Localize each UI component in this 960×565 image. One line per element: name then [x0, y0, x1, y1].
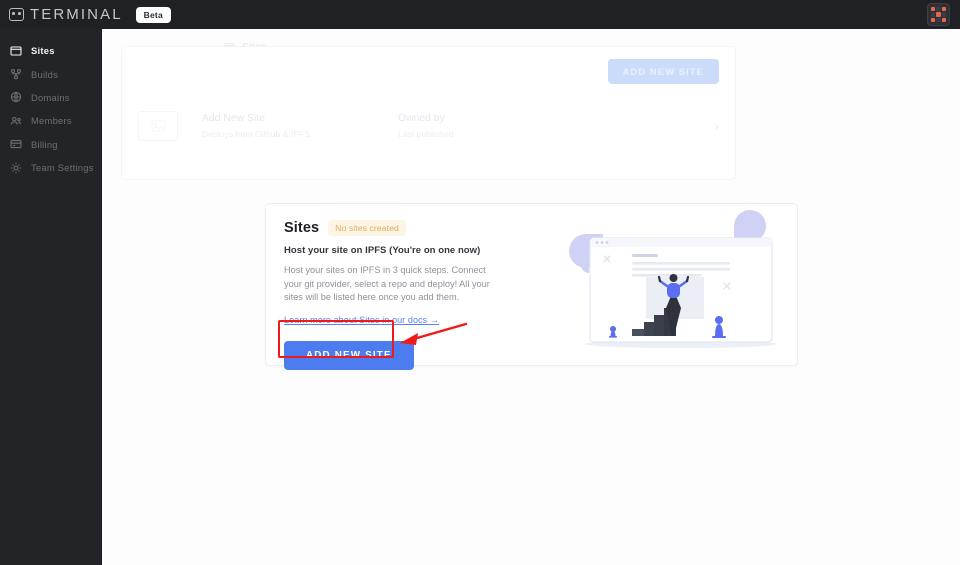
browser-window-person-on-stairs-illustration	[569, 210, 777, 348]
brand-logo[interactable]: TERMINAL	[9, 6, 123, 23]
beta-badge: Beta	[135, 6, 171, 23]
empty-state-text-column: Sites No sites created Host your site on…	[266, 204, 566, 370]
builds-branch-icon	[10, 68, 22, 80]
sites-list-card-faded: ADD NEW SITE Add New Site Deploys from G…	[121, 46, 736, 180]
chevron-right-icon[interactable]: ›	[715, 119, 719, 134]
site-row-subtitle: Deploys from Github & IPFS	[202, 128, 310, 139]
app-root: TERMINAL Beta Sites Builds Domains Membe…	[0, 0, 960, 565]
top-bar: TERMINAL Beta	[0, 0, 960, 29]
status-badge: No sites created	[328, 220, 406, 236]
members-group-icon	[10, 115, 22, 127]
site-row-placeholder[interactable]: Add New Site Deploys from Github & IPFS …	[122, 102, 735, 150]
add-new-site-button-top[interactable]: ADD NEW SITE	[607, 59, 719, 84]
robot-face-icon	[9, 8, 24, 21]
site-row-primary: Add New Site Deploys from Github & IPFS	[202, 112, 398, 141]
empty-state-body: Host your sites on IPFS in 3 quick steps…	[284, 265, 490, 303]
empty-state-illustration	[566, 204, 797, 365]
page-title: Sites	[284, 220, 320, 236]
sidebar-item-members[interactable]: Members	[0, 109, 101, 132]
add-new-site-button[interactable]: ADD NEW SITE	[284, 340, 414, 370]
sidebar-item-sites[interactable]: Sites	[0, 39, 101, 62]
sidebar-item-label: Sites	[31, 45, 55, 57]
empty-state-subtitle: Host your site on IPFS (You're on one no…	[284, 245, 481, 256]
site-row-owned-by: Owned by	[398, 112, 445, 124]
site-row-last-published: Last published	[398, 128, 454, 139]
empty-state-heading-row: Sites No sites created	[284, 220, 566, 236]
window-sites-icon	[10, 45, 22, 57]
sidebar-item-billing[interactable]: Billing	[0, 133, 101, 156]
credit-card-icon	[10, 138, 22, 150]
site-row-meta: Owned by Last published	[398, 112, 648, 141]
user-identicon-avatar[interactable]	[927, 3, 950, 26]
sidebar-item-builds[interactable]: Builds	[0, 62, 101, 85]
gear-icon	[10, 162, 22, 174]
image-placeholder-icon	[138, 111, 178, 141]
globe-icon	[10, 91, 22, 103]
site-row-title: Add New Site	[202, 112, 265, 124]
sidebar-item-label: Builds	[31, 68, 59, 80]
docs-link[interactable]: Learn more about Sites in our docs →	[284, 315, 439, 325]
sites-empty-state-card: Sites No sites created Host your site on…	[265, 203, 798, 370]
sidebar-item-label: Members	[31, 115, 72, 127]
sidebar-item-label: Domains	[31, 91, 70, 103]
sidebar-item-label: Billing	[31, 138, 58, 150]
sidebar-item-label: Team Settings	[31, 162, 94, 174]
sidebar-item-domains[interactable]: Domains	[0, 86, 101, 109]
brand-name: TERMINAL	[30, 6, 123, 23]
sidebar: Sites Builds Domains Members Billing Tea…	[0, 29, 102, 565]
sidebar-item-team-settings[interactable]: Team Settings	[0, 156, 101, 179]
